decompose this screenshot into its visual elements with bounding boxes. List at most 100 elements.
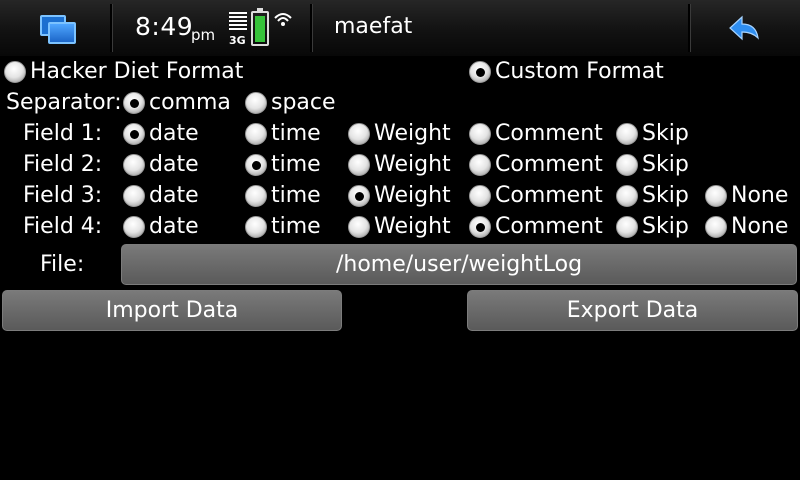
option-label: Skip <box>642 152 689 177</box>
option-label: Comment <box>495 214 603 239</box>
option-label: time <box>271 121 321 146</box>
field-3-label: Field 3: <box>23 183 103 208</box>
option-label: Custom Format <box>495 59 664 84</box>
radio-indicator <box>4 61 26 83</box>
app-title: maefat <box>334 14 413 39</box>
option-label: Skip <box>642 183 689 208</box>
option-label: None <box>731 183 789 208</box>
option-label: date <box>149 214 199 239</box>
separator-space-radio[interactable]: space <box>245 88 336 118</box>
field-3-weight-radio[interactable]: Weight <box>348 181 451 211</box>
main-content: Hacker Diet Format Custom Format Separat… <box>0 56 800 480</box>
wifi-icon <box>274 13 292 26</box>
option-label: Comment <box>495 152 603 177</box>
radio-indicator <box>245 92 267 114</box>
hacker-diet-format-radio[interactable]: Hacker Diet Format <box>4 57 243 87</box>
option-label: date <box>149 152 199 177</box>
option-label: Comment <box>495 121 603 146</box>
network-type: 3G <box>229 34 246 47</box>
radio-indicator <box>245 216 267 238</box>
radio-indicator <box>123 216 145 238</box>
field-4-label: Field 4: <box>23 214 103 239</box>
back-button[interactable] <box>690 0 800 56</box>
option-label: Skip <box>642 121 689 146</box>
clock: 8:49 <box>135 12 194 41</box>
field-1-date-radio[interactable]: date <box>123 119 199 149</box>
field-1-weight-radio[interactable]: Weight <box>348 119 451 149</box>
field-3-time-radio[interactable]: time <box>245 181 321 211</box>
field-4-date-radio[interactable]: date <box>123 212 199 242</box>
field-2-skip-radio[interactable]: Skip <box>616 150 689 180</box>
back-arrow-icon <box>729 15 759 41</box>
file-label: File: <box>40 252 85 277</box>
field-4-skip-radio[interactable]: Skip <box>616 212 689 242</box>
divider <box>110 4 113 52</box>
option-label: time <box>271 214 321 239</box>
radio-indicator <box>616 154 638 176</box>
separator-label: Separator: <box>6 90 122 115</box>
radio-indicator <box>348 185 370 207</box>
field-3-comment-radio[interactable]: Comment <box>469 181 603 211</box>
radio-indicator <box>705 185 727 207</box>
option-label: date <box>149 121 199 146</box>
radio-indicator <box>245 123 267 145</box>
field-1-time-radio[interactable]: time <box>245 119 321 149</box>
field-4-time-radio[interactable]: time <box>245 212 321 242</box>
radio-indicator <box>616 216 638 238</box>
option-label: date <box>149 183 199 208</box>
option-label: None <box>731 214 789 239</box>
field-2-comment-radio[interactable]: Comment <box>469 150 603 180</box>
radio-indicator <box>245 185 267 207</box>
option-label: space <box>271 90 336 115</box>
field-2-label: Field 2: <box>23 152 103 177</box>
custom-format-radio[interactable]: Custom Format <box>469 57 664 87</box>
option-label: Comment <box>495 183 603 208</box>
option-label: time <box>271 152 321 177</box>
radio-indicator <box>469 216 491 238</box>
radio-indicator <box>616 123 638 145</box>
option-label: time <box>271 183 321 208</box>
option-label: Weight <box>374 152 451 177</box>
option-label: comma <box>149 90 231 115</box>
option-label: Skip <box>642 214 689 239</box>
radio-indicator <box>616 185 638 207</box>
field-2-time-radio[interactable]: time <box>245 150 321 180</box>
radio-indicator <box>469 185 491 207</box>
radio-indicator <box>123 154 145 176</box>
field-1-comment-radio[interactable]: Comment <box>469 119 603 149</box>
field-3-none-radio[interactable]: None <box>705 181 788 211</box>
import-data-button[interactable]: Import Data <box>2 290 342 331</box>
radio-indicator <box>123 92 145 114</box>
radio-indicator <box>469 61 491 83</box>
clock-ampm: pm <box>191 26 216 44</box>
radio-indicator <box>348 154 370 176</box>
option-label: Hacker Diet Format <box>30 59 244 84</box>
field-3-skip-radio[interactable]: Skip <box>616 181 689 211</box>
radio-indicator <box>705 216 727 238</box>
signal-strength-icon <box>229 12 247 32</box>
radio-indicator <box>348 123 370 145</box>
field-1-skip-radio[interactable]: Skip <box>616 119 689 149</box>
field-3-date-radio[interactable]: date <box>123 181 199 211</box>
battery-icon <box>251 8 269 46</box>
field-2-weight-radio[interactable]: Weight <box>348 150 451 180</box>
field-4-comment-radio[interactable]: Comment <box>469 212 603 242</box>
export-data-button[interactable]: Export Data <box>467 290 798 331</box>
file-path-input[interactable] <box>121 244 797 285</box>
task-switcher-button[interactable] <box>0 0 110 56</box>
option-label: Weight <box>374 214 451 239</box>
radio-indicator <box>348 216 370 238</box>
separator-comma-radio[interactable]: comma <box>123 88 231 118</box>
field-1-label: Field 1: <box>23 121 103 146</box>
radio-indicator <box>469 154 491 176</box>
field-4-weight-radio[interactable]: Weight <box>348 212 451 242</box>
status-bar: 8:49 pm 3G maefat <box>0 0 800 56</box>
option-label: Weight <box>374 121 451 146</box>
option-label: Weight <box>374 183 451 208</box>
radio-indicator <box>123 185 145 207</box>
radio-indicator <box>469 123 491 145</box>
divider <box>310 4 313 52</box>
radio-indicator <box>245 154 267 176</box>
field-4-none-radio[interactable]: None <box>705 212 788 242</box>
field-2-date-radio[interactable]: date <box>123 150 199 180</box>
